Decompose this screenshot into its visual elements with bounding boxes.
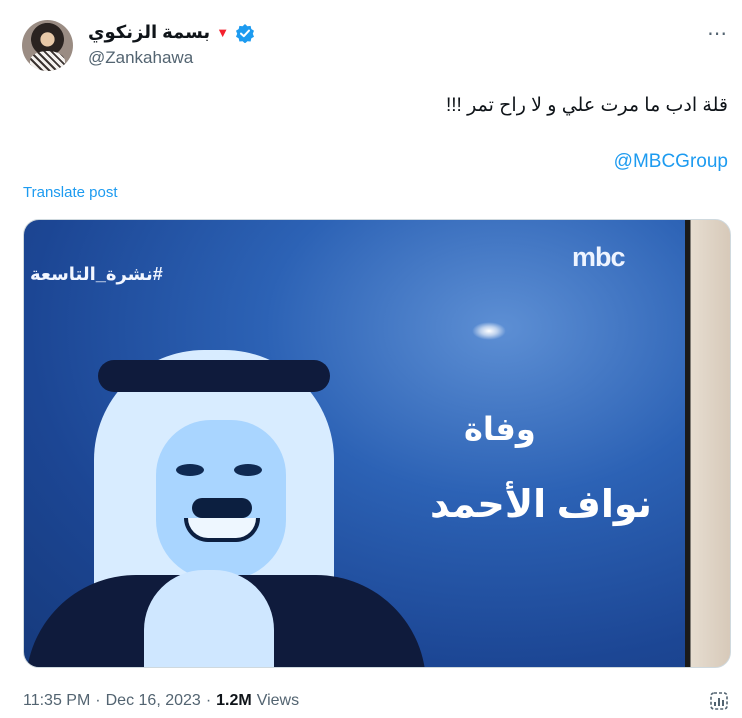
portrait-eye-right <box>234 464 262 476</box>
author-display-name[interactable]: بسمة الزنكوي <box>88 22 210 43</box>
portrait-eye-left <box>176 464 204 476</box>
tv-hashtag-overlay: #نشرة_التاسعة <box>30 264 163 284</box>
portrait-agal <box>98 360 330 392</box>
screen-glare <box>472 322 506 340</box>
post-date[interactable]: Dec 16, 2023 <box>106 692 201 710</box>
author-name-row: بسمة الزنكوي ▼ <box>88 22 255 43</box>
views-label: Views <box>256 692 300 709</box>
tv-screen: #نشرة_التاسعة mbc وفاة نواف الأحمد <box>24 220 687 667</box>
tv-caption-line1: وفاة <box>464 411 536 447</box>
post-meta: 11:35 PM · Dec 16, 2023 · 1.2M Views <box>23 692 299 710</box>
meta-separator: · <box>205 692 212 709</box>
tv-caption-line2: نواف الأحمد <box>430 484 652 526</box>
more-options-icon[interactable]: ⋯ <box>707 24 728 44</box>
verified-badge-icon[interactable] <box>235 23 255 43</box>
post-text: قلة ادب ما مرت علي و لا راح تمر !!! <box>446 95 728 116</box>
meta-separator: · <box>95 692 101 709</box>
heart-icon: ▼ <box>216 25 230 40</box>
mbc-logo: mbc <box>572 242 626 272</box>
mention-link[interactable]: @MBCGroup <box>614 151 728 173</box>
post-time[interactable]: 11:35 PM <box>23 692 90 710</box>
author-handle[interactable]: @Zankahawa <box>88 48 193 68</box>
translate-post-link[interactable]: Translate post <box>23 184 118 201</box>
tv-bezel <box>685 220 730 667</box>
avatar-scarf <box>30 51 65 71</box>
portrait-smile <box>184 518 260 542</box>
post-media-image[interactable]: #نشرة_التاسعة mbc وفاة نواف الأحمد <box>23 219 731 668</box>
analytics-icon[interactable] <box>708 690 730 712</box>
author-avatar[interactable] <box>22 20 73 71</box>
views-count: 1.2M <box>216 692 252 709</box>
portrait-mustache <box>192 498 252 518</box>
